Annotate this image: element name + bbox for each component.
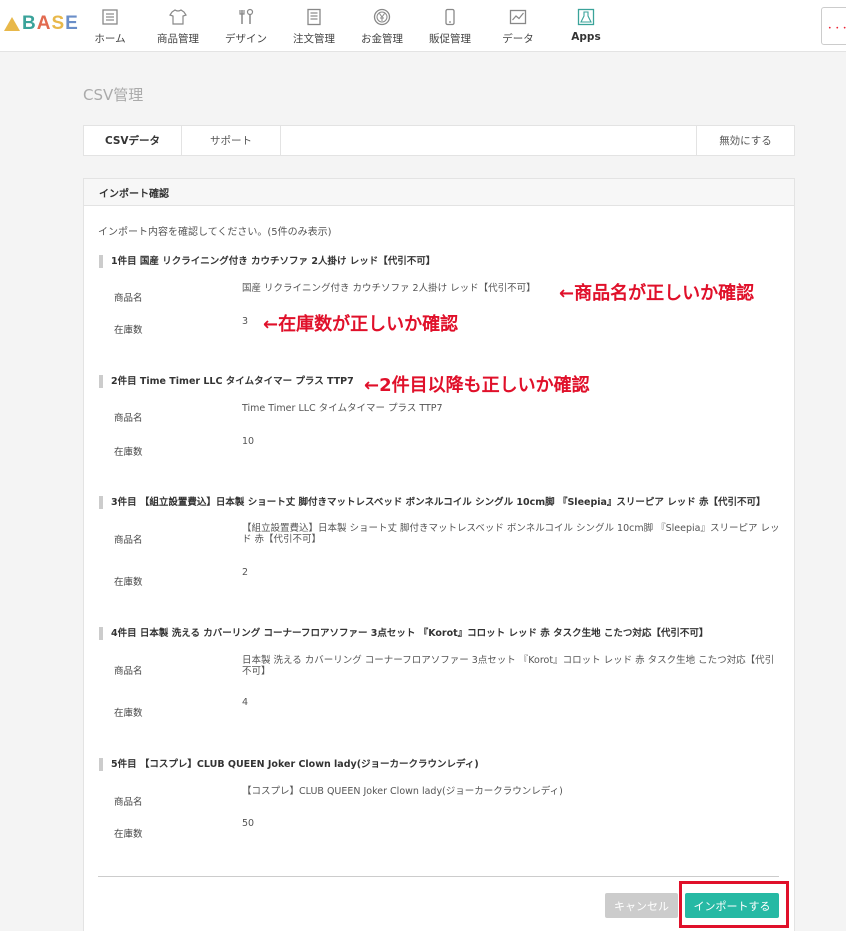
nav-label: 販促管理 [429, 33, 471, 45]
nav-item-products[interactable]: 商品管理 [144, 0, 212, 52]
stock-label: 在庫数 [114, 447, 143, 458]
nav-item-home[interactable]: ホーム [76, 0, 144, 52]
tab-support[interactable]: サポート [182, 126, 281, 155]
nav-item-apps[interactable]: Apps [552, 0, 620, 52]
logo-text: BASE [22, 13, 79, 34]
main-nav: ホーム 商品管理 デザイン 注文管理 お金管理 販促管理 データ Apps [76, 0, 620, 52]
nav-label: 注文管理 [293, 33, 335, 45]
nav-item-promotion[interactable]: 販促管理 [416, 0, 484, 52]
intro-text: インポート内容を確認してください。(5件のみ表示) [98, 227, 332, 238]
item-title: 4件目 日本製 洗える カバーリング コーナーフロアソファー 3点セット 『Ko… [99, 627, 708, 640]
nav-label: データ [502, 33, 534, 45]
yen-coin-icon [373, 8, 391, 26]
nav-item-orders[interactable]: 注文管理 [280, 0, 348, 52]
stock-value: 2 [242, 567, 249, 578]
top-navigation-bar: BASE ホーム 商品管理 デザイン 注文管理 お金管理 販促管理 データ Ap… [0, 0, 846, 52]
product-name-value: 【コスプレ】CLUB QUEEN Joker Clown lady(ジョーカーク… [242, 786, 563, 797]
stock-value: 10 [242, 436, 255, 447]
chart-icon [509, 8, 527, 26]
smartphone-icon [441, 8, 459, 26]
nav-item-money[interactable]: お金管理 [348, 0, 416, 52]
annotation-product-name: ←商品名が正しいか確認 [559, 283, 755, 304]
product-name-value: Time Timer LLC タイムタイマー プラス TTP7 [242, 403, 443, 414]
product-name-label: 商品名 [114, 535, 143, 546]
panel-header: インポート確認 [84, 179, 794, 206]
stock-value: 50 [242, 818, 255, 829]
product-name-label: 商品名 [114, 293, 143, 304]
nav-item-data[interactable]: データ [484, 0, 552, 52]
stock-value: 4 [242, 697, 249, 708]
order-document-icon [305, 8, 323, 26]
stock-label: 在庫数 [114, 829, 143, 840]
tab-spacer [281, 126, 697, 155]
product-name-label: 商品名 [114, 797, 143, 808]
stock-label: 在庫数 [114, 708, 143, 719]
nav-label: 商品管理 [157, 33, 199, 45]
stock-label: 在庫数 [114, 325, 143, 336]
apps-flask-icon [577, 8, 595, 26]
product-name-label: 商品名 [114, 413, 143, 424]
annotation-second-onward: ←2件目以降も正しいか確認 [364, 375, 590, 396]
nav-label: お金管理 [361, 33, 403, 45]
tshirt-icon [169, 8, 187, 26]
item-title: 1件目 国産 リクライニング付き カウチソファ 2人掛け レッド【代引不可】 [99, 255, 435, 268]
base-logo[interactable]: BASE [4, 12, 79, 36]
nav-label: デザイン [225, 33, 267, 45]
nav-label: Apps [571, 31, 601, 43]
product-name-value: 日本製 洗える カバーリング コーナーフロアソファー 3点セット 『Korot』… [242, 655, 775, 677]
annotation-stock: ←在庫数が正しいか確認 [263, 314, 459, 335]
tools-icon [237, 8, 255, 26]
item-title: 3件目 【組立設置費込】日本製 ショート丈 脚付きマットレスベッド ボンネルコイ… [99, 496, 766, 509]
account-menu-button[interactable]: • • • [821, 7, 846, 45]
page-title: CSV管理 [83, 86, 144, 104]
product-name-value: 【組立設置費込】日本製 ショート丈 脚付きマットレスベッド ボンネルコイル シン… [242, 523, 780, 545]
stock-label: 在庫数 [114, 577, 143, 588]
more-dots-icon: • • • [828, 25, 846, 32]
nav-item-design[interactable]: デザイン [212, 0, 280, 52]
footer-divider [98, 876, 779, 877]
home-list-icon [101, 8, 119, 26]
cancel-button[interactable]: キャンセル [605, 893, 678, 918]
tab-csv-data[interactable]: CSVデータ [84, 126, 182, 155]
disable-app-button[interactable]: 無効にする [697, 126, 794, 155]
item-title: 2件目 Time Timer LLC タイムタイマー プラス TTP7 [99, 375, 354, 388]
import-button[interactable]: インポートする [685, 893, 779, 918]
nav-label: ホーム [94, 33, 126, 45]
item-title: 5件目 【コスプレ】CLUB QUEEN Joker Clown lady(ジョ… [99, 758, 479, 771]
logo-triangle-icon [4, 17, 20, 31]
product-name-label: 商品名 [114, 666, 143, 677]
csv-tab-bar: CSVデータ サポート 無効にする [83, 125, 795, 156]
